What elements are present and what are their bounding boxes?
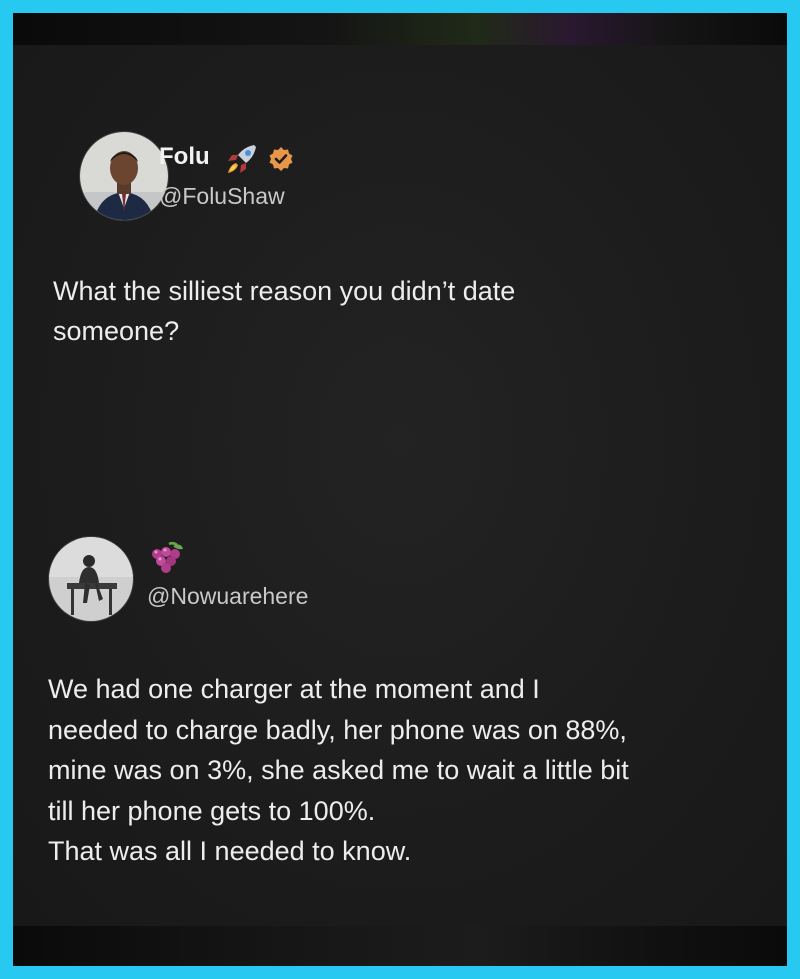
post-author-handle[interactable]: @FoluShaw — [159, 183, 285, 210]
reply-author-handle[interactable]: @Nowuarehere — [147, 583, 308, 610]
reply-text: We had one charger at the moment and I n… — [48, 674, 629, 866]
verified-badge-icon — [268, 146, 294, 177]
grapes-icon — [147, 540, 187, 581]
rocket-icon — [224, 141, 260, 182]
post-text: What the silliest reason you didn’t date… — [53, 276, 516, 346]
bottom-blur-band — [13, 926, 787, 966]
nowuarehere-avatar[interactable] — [48, 536, 134, 622]
post-author-name[interactable]: Folu — [159, 143, 210, 171]
screenshot-frame: Folu @FoluShaw What the silliest reason … — [13, 13, 787, 966]
top-blur-band — [13, 13, 787, 45]
folu-avatar[interactable] — [79, 131, 169, 221]
post-card: Folu @FoluShaw What the silliest reason … — [13, 45, 787, 926]
